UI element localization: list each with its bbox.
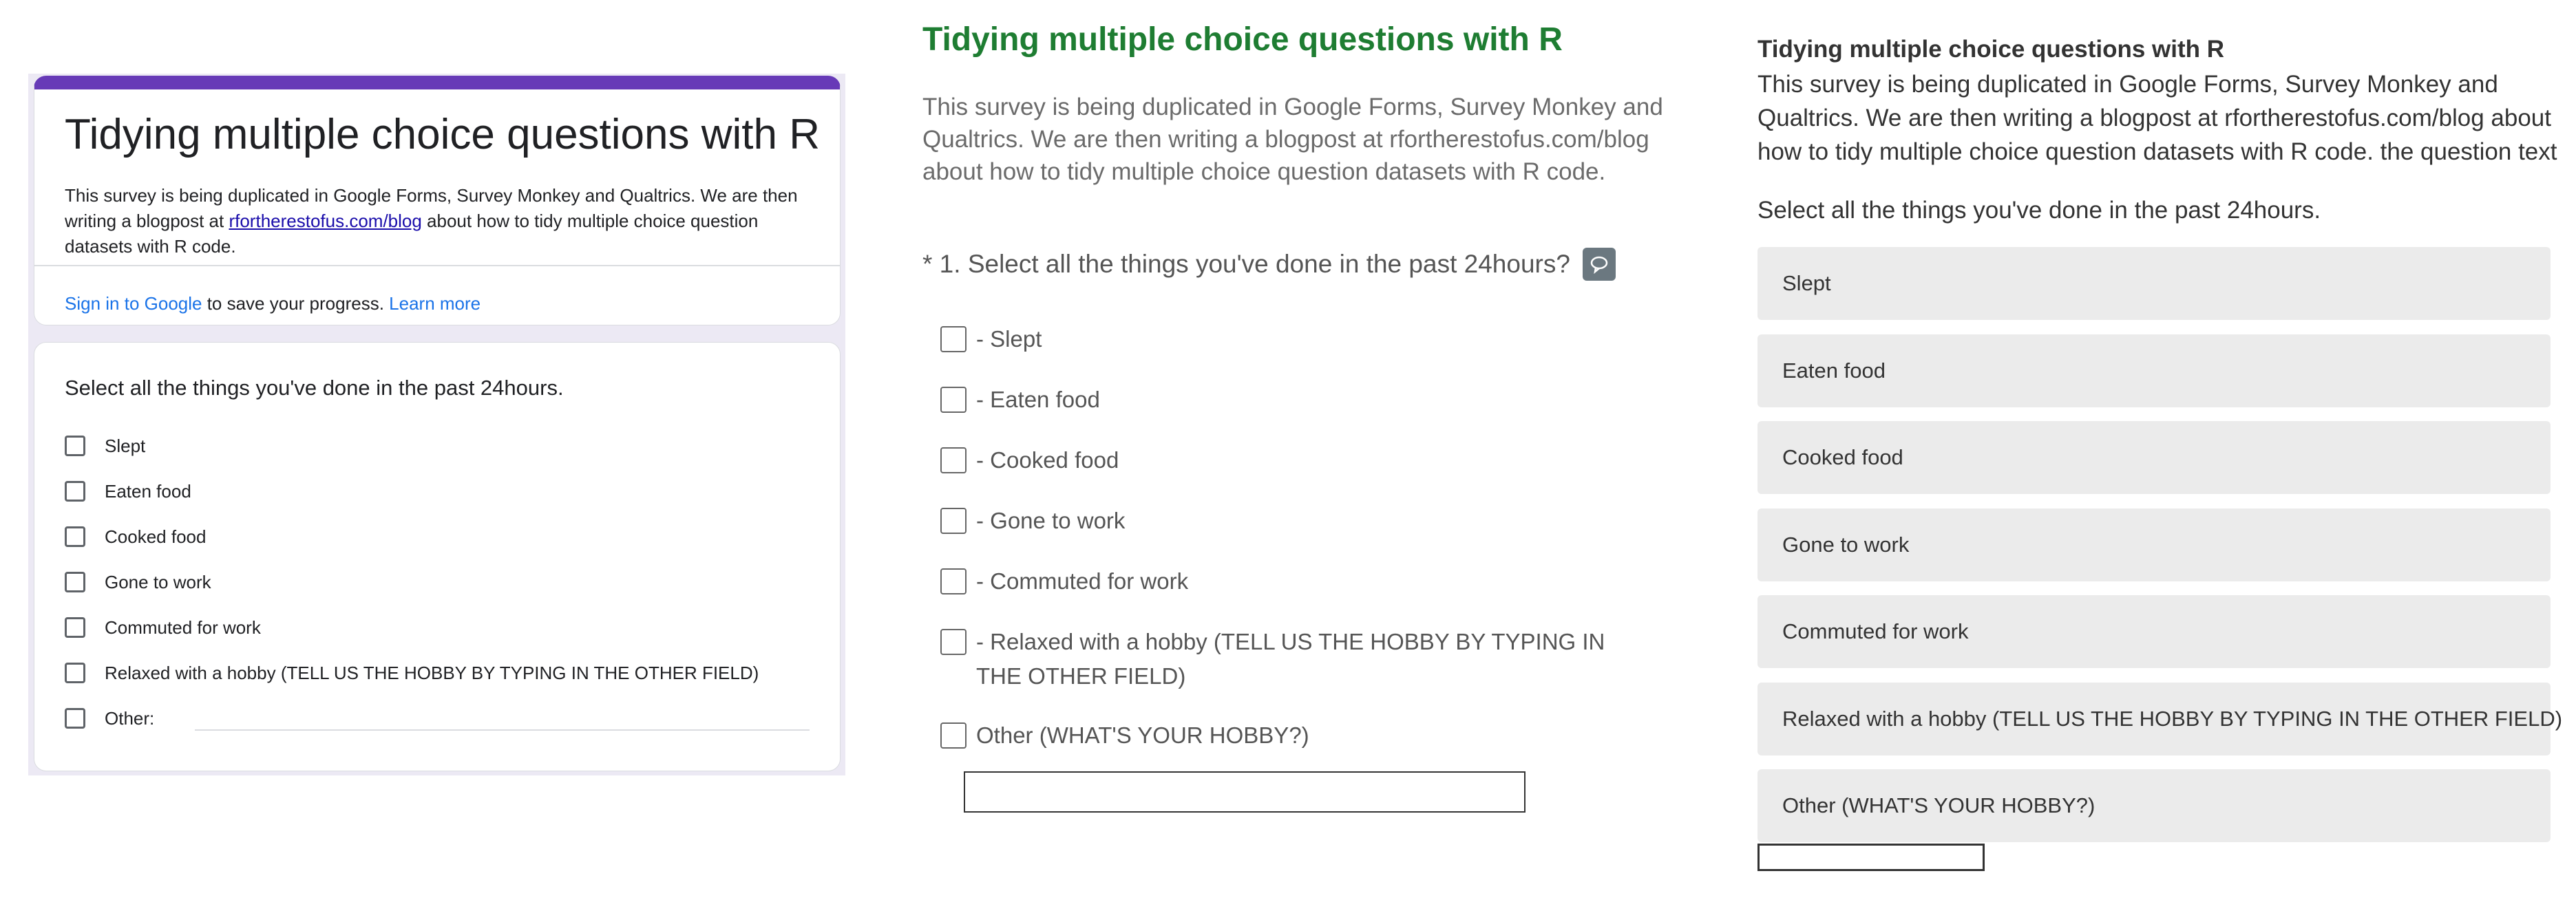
checkbox[interactable] xyxy=(65,708,85,729)
option-label: Commuted for work xyxy=(1782,619,1969,643)
google-forms-question-card: Select all the things you've done in the… xyxy=(34,342,841,771)
checkbox[interactable] xyxy=(940,722,967,749)
option-cooked-food[interactable]: Cooked food xyxy=(65,523,206,550)
checkbox[interactable] xyxy=(65,617,85,638)
checkbox[interactable] xyxy=(940,508,967,534)
checkbox[interactable] xyxy=(940,326,967,352)
other-text-input[interactable] xyxy=(195,729,810,731)
q-option-commuted[interactable]: Commuted for work xyxy=(1757,595,2551,668)
checkbox[interactable] xyxy=(940,629,967,655)
qualtrics-title: Tidying multiple choice questions with R xyxy=(1757,36,2225,63)
form-title: Tidying multiple choice questions with R xyxy=(65,111,820,158)
sm-option-gone-to-work[interactable]: - Gone to work xyxy=(940,504,1125,538)
option-label: - Eaten food xyxy=(976,387,1100,412)
option-relaxed-hobby[interactable]: Relaxed with a hobby (TELL US THE HOBBY … xyxy=(65,659,759,687)
q-option-other[interactable]: Other (WHAT'S YOUR HOBBY?) xyxy=(1757,769,2551,842)
option-label: - Relaxed with a hobby (TELL US THE HOBB… xyxy=(976,629,1605,689)
checkbox[interactable] xyxy=(65,436,85,456)
option-label: Relaxed with a hobby (TELL US THE HOBBY … xyxy=(1782,707,2563,731)
qualtrics-question: Select all the things you've done in the… xyxy=(1757,197,2321,224)
question-text: * 1. Select all the things you've done i… xyxy=(922,250,1570,278)
q-option-cooked-food[interactable]: Cooked food xyxy=(1757,421,2551,494)
form-description: This survey is being duplicated in Googl… xyxy=(65,183,808,259)
option-label: Gone to work xyxy=(105,571,211,592)
q-other-text-input[interactable] xyxy=(1757,844,1985,871)
sign-in-link[interactable]: Sign in to Google xyxy=(65,293,202,314)
option-eaten-food[interactable]: Eaten food xyxy=(65,478,191,505)
question-title: Select all the things you've done in the… xyxy=(65,376,564,400)
learn-more-link[interactable]: Learn more xyxy=(389,293,481,314)
sm-option-slept[interactable]: - Slept xyxy=(940,322,1042,356)
checkbox[interactable] xyxy=(65,572,85,592)
option-label: Slept xyxy=(105,435,146,456)
surveymonkey-description: This survey is being duplicated in Googl… xyxy=(922,94,1663,185)
option-label: - Commuted for work xyxy=(976,568,1189,594)
checkbox[interactable] xyxy=(65,663,85,683)
option-gone-to-work[interactable]: Gone to work xyxy=(65,568,211,596)
option-slept[interactable]: Slept xyxy=(65,432,145,460)
option-label: Cooked food xyxy=(105,526,207,547)
sm-option-cooked-food[interactable]: - Cooked food xyxy=(940,443,1119,478)
checkbox[interactable] xyxy=(940,447,967,473)
sm-other-text-input[interactable] xyxy=(964,771,1525,813)
checkbox[interactable] xyxy=(65,526,85,547)
option-label: Eaten food xyxy=(105,480,191,502)
option-label: - Cooked food xyxy=(976,447,1119,473)
option-label: Other (WHAT'S YOUR HOBBY?) xyxy=(976,722,1309,748)
google-forms-header-card: Tidying multiple choice questions with R… xyxy=(34,76,841,325)
checkbox[interactable] xyxy=(940,568,967,594)
header-divider xyxy=(34,265,840,266)
option-label: - Gone to work xyxy=(976,508,1126,533)
sm-option-commuted[interactable]: - Commuted for work xyxy=(940,564,1188,599)
blog-link[interactable]: rfortherestofus.com/blog xyxy=(229,211,421,231)
option-label: Other (WHAT'S YOUR HOBBY?) xyxy=(1782,793,2095,817)
q-option-relaxed-hobby[interactable]: Relaxed with a hobby (TELL US THE HOBBY … xyxy=(1757,683,2562,755)
option-label: Slept xyxy=(1782,271,1831,295)
checkbox[interactable] xyxy=(65,481,85,502)
option-label: Eaten food xyxy=(1782,358,1886,383)
option-label: Relaxed with a hobby (TELL US THE HOBBY … xyxy=(105,662,759,683)
q-option-eaten-food[interactable]: Eaten food xyxy=(1757,334,2551,407)
option-label: Commuted for work xyxy=(105,617,261,638)
q-option-slept[interactable]: Slept xyxy=(1757,247,2551,320)
sm-option-eaten-food[interactable]: - Eaten food xyxy=(940,383,1100,417)
surveymonkey-title: Tidying multiple choice questions with R xyxy=(922,21,1563,58)
option-label: - Slept xyxy=(976,326,1042,352)
sign-in-row: Sign in to Google to save your progress.… xyxy=(65,293,481,314)
sign-in-text: to save your progress. xyxy=(202,293,390,314)
checkbox[interactable] xyxy=(940,387,967,413)
sm-option-relaxed-hobby[interactable]: - Relaxed with a hobby (TELL US THE HOBB… xyxy=(940,625,1615,694)
surveymonkey-question: * 1. Select all the things you've done i… xyxy=(922,248,1616,281)
option-label: Cooked food xyxy=(1782,445,1903,469)
option-other[interactable]: Other: xyxy=(65,705,154,732)
comment-icon[interactable] xyxy=(1582,248,1616,281)
option-label: Gone to work xyxy=(1782,533,1910,557)
q-option-gone-to-work[interactable]: Gone to work xyxy=(1757,508,2551,581)
option-commuted[interactable]: Commuted for work xyxy=(65,614,261,641)
qualtrics-description: This survey is being duplicated in Googl… xyxy=(1757,71,2557,165)
option-label: Other: xyxy=(105,707,155,729)
sm-option-other[interactable]: Other (WHAT'S YOUR HOBBY?) xyxy=(940,718,1309,753)
